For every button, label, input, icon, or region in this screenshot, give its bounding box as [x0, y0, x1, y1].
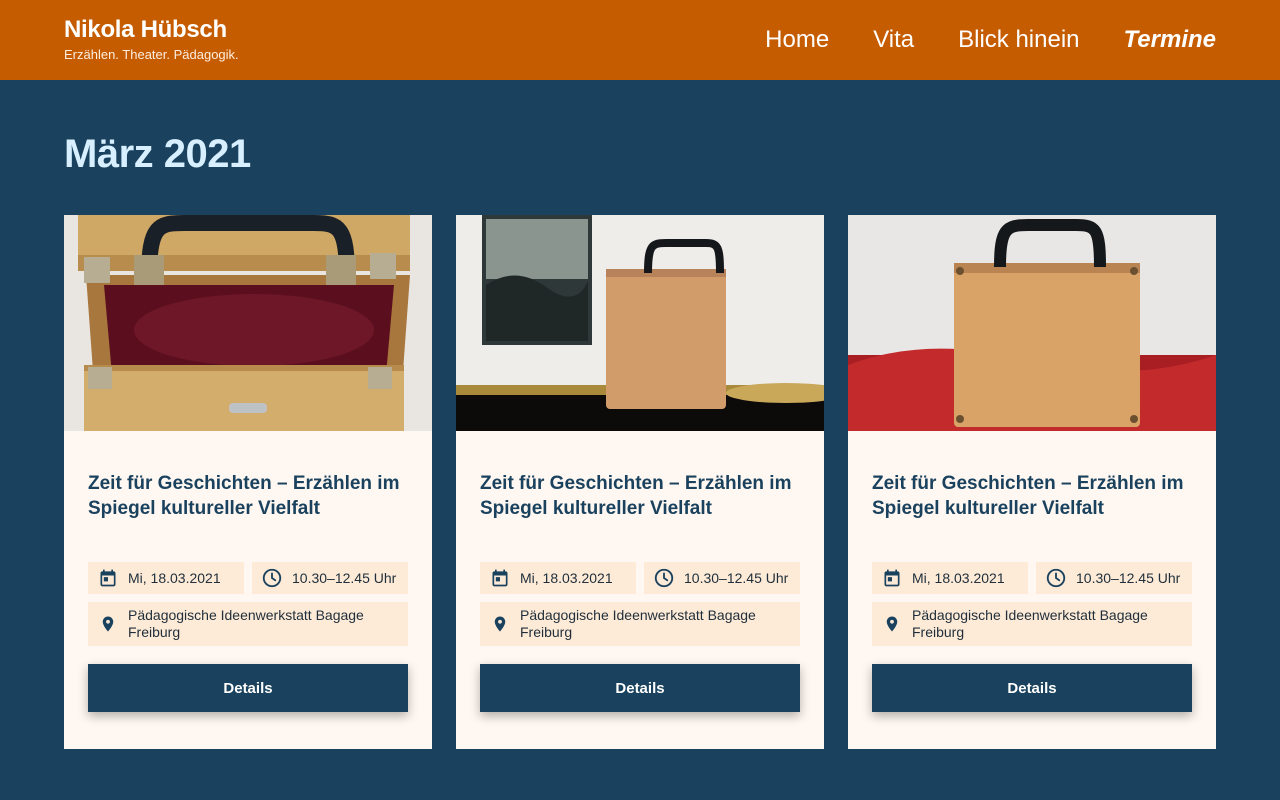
month-heading: März 2021	[64, 132, 251, 176]
wooden-case-on-red-cloth-photo	[848, 215, 1216, 431]
clock-icon	[652, 566, 676, 590]
open-wooden-case-photo	[64, 215, 432, 431]
event-date-text: Mi, 18.03.2021	[520, 570, 613, 586]
event-time-text: 10.30–12.45 Uhr	[1076, 570, 1181, 586]
event-card: Zeit für Geschichten – Erzählen im Spieg…	[456, 215, 824, 749]
event-card: Zeit für Geschichten – Erzählen im Spieg…	[848, 215, 1216, 749]
event-date: Mi, 18.03.2021	[88, 562, 244, 594]
main-nav: Home Vita Blick hinein Termine	[765, 24, 1216, 56]
event-date-text: Mi, 18.03.2021	[912, 570, 1005, 586]
clock-icon	[260, 566, 284, 590]
clock-icon	[1044, 566, 1068, 590]
event-time: 10.30–12.45 Uhr	[1036, 562, 1192, 594]
event-location-text: Pädagogische Ideenwerkstatt Bagage Freib…	[912, 607, 1148, 640]
event-meta: Mi, 18.03.2021 10.30–12.45 Uhr	[480, 562, 800, 594]
nav-home[interactable]: Home	[765, 24, 829, 56]
event-location: Pädagogische Ideenwerkstatt Bagage Freib…	[88, 602, 408, 646]
event-card-list: Zeit für Geschichten – Erzählen im Spieg…	[64, 215, 1216, 749]
event-title[interactable]: Zeit für Geschichten – Erzählen im Spieg…	[480, 471, 800, 521]
brand-tagline: Erzählen. Theater. Pädagogik.	[64, 47, 239, 62]
map-pin-icon	[96, 612, 120, 636]
calendar-icon	[880, 566, 904, 590]
event-meta: Mi, 18.03.2021 10.30–12.45 Uhr	[88, 562, 408, 594]
nav-vita[interactable]: Vita	[873, 24, 914, 56]
nav-termine[interactable]: Termine	[1124, 24, 1216, 56]
event-date-text: Mi, 18.03.2021	[128, 570, 221, 586]
map-pin-icon	[880, 612, 904, 636]
details-button[interactable]: Details	[480, 664, 800, 712]
event-date: Mi, 18.03.2021	[872, 562, 1028, 594]
event-time-text: 10.30–12.45 Uhr	[292, 570, 397, 586]
event-title[interactable]: Zeit für Geschichten – Erzählen im Spieg…	[88, 471, 408, 521]
wooden-case-with-painting-photo	[456, 215, 824, 431]
details-button[interactable]: Details	[88, 664, 408, 712]
details-button[interactable]: Details	[872, 664, 1192, 712]
brand-name[interactable]: Nikola Hübsch	[64, 16, 239, 44]
event-location: Pädagogische Ideenwerkstatt Bagage Freib…	[480, 602, 800, 646]
map-pin-icon	[488, 612, 512, 636]
event-card: Zeit für Geschichten – Erzählen im Spieg…	[64, 215, 432, 749]
calendar-icon	[96, 566, 120, 590]
event-time: 10.30–12.45 Uhr	[252, 562, 408, 594]
event-location-text: Pädagogische Ideenwerkstatt Bagage Freib…	[128, 607, 364, 640]
site-header: Nikola Hübsch Erzählen. Theater. Pädagog…	[0, 0, 1280, 80]
event-title[interactable]: Zeit für Geschichten – Erzählen im Spieg…	[872, 471, 1192, 521]
nav-blick-hinein[interactable]: Blick hinein	[958, 24, 1079, 56]
calendar-icon	[488, 566, 512, 590]
event-meta: Mi, 18.03.2021 10.30–12.45 Uhr	[872, 562, 1192, 594]
event-time-text: 10.30–12.45 Uhr	[684, 570, 789, 586]
event-time: 10.30–12.45 Uhr	[644, 562, 800, 594]
event-location: Pädagogische Ideenwerkstatt Bagage Freib…	[872, 602, 1192, 646]
event-location-text: Pädagogische Ideenwerkstatt Bagage Freib…	[520, 607, 756, 640]
brand[interactable]: Nikola Hübsch Erzählen. Theater. Pädagog…	[64, 16, 239, 64]
event-date: Mi, 18.03.2021	[480, 562, 636, 594]
